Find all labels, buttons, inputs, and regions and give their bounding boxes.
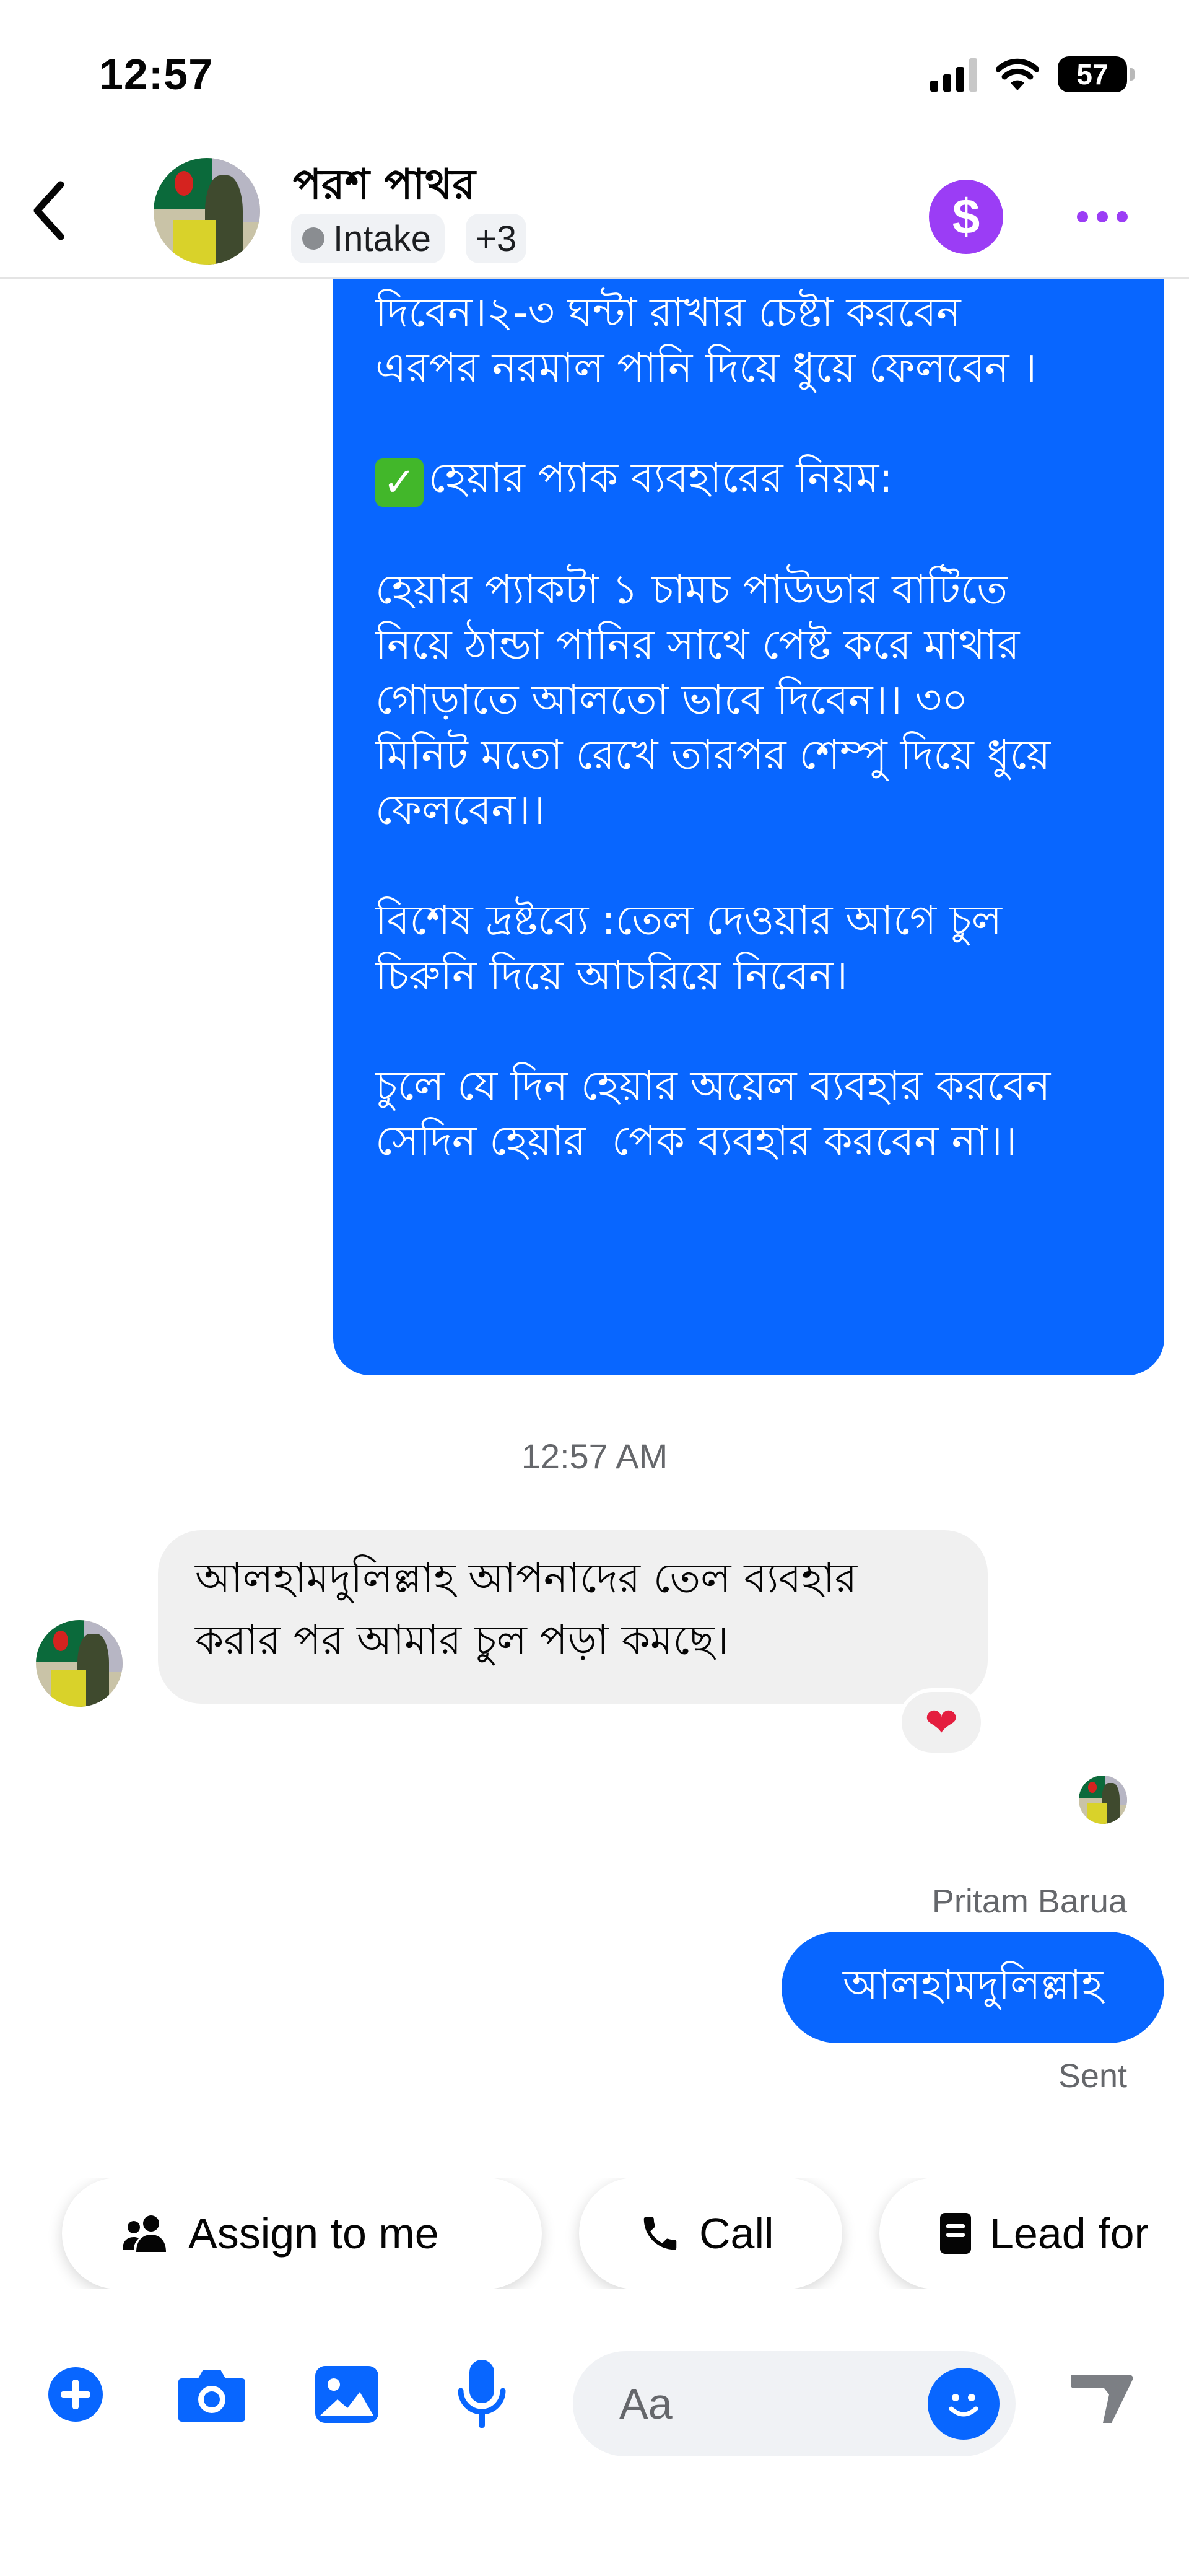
assign-to-me-label: Assign to me: [188, 2209, 439, 2258]
lead-form-button[interactable]: Lead for: [879, 2178, 1189, 2289]
message-line: চিরুনি দিয়ে আচরিয়ে নিবেন।: [375, 952, 848, 999]
message-line: গোড়াতে আলতো ভাবে দিবেন।। ৩০: [375, 676, 969, 724]
more-labels-chip[interactable]: +3: [466, 214, 527, 263]
status-time: 12:57: [99, 50, 214, 99]
dot-icon: [1097, 211, 1108, 222]
dollar-icon: $: [952, 189, 980, 244]
message-line: মিনিট মতো রেখে তারপর শেম্পু দিয়ে ধুয়ে: [375, 731, 1051, 779]
contact-name[interactable]: পরশ পাথর: [293, 152, 476, 222]
emoji-button[interactable]: [928, 2368, 1000, 2440]
assign-to-me-button[interactable]: Assign to me: [62, 2178, 542, 2289]
message-line: নিয়ে ঠান্ডা পানির সাথে পেষ্ট করে মাথার: [375, 621, 1020, 668]
outgoing-message-bubble[interactable]: দিবেন।২-৩ ঘন্টা রাখার চেষ্টা করবেন এরপর …: [333, 204, 1164, 1375]
smiley-icon: [949, 2394, 978, 2417]
message-line: বিশেষ দ্রষ্টব্যে :তেল দেওয়ার আগে চুল: [375, 896, 1002, 944]
phone-icon: [643, 2217, 677, 2250]
cellular-signal-icon: [930, 57, 977, 92]
add-button[interactable]: [38, 2357, 113, 2432]
message-line: চুলে যে দিন হেয়ার অয়েল ব্যবহার করবেন: [375, 1062, 1051, 1110]
message-composer: [0, 2329, 1189, 2456]
label-text: Intake: [333, 218, 431, 259]
battery-icon: 57: [1058, 56, 1135, 92]
sent-status: Sent: [1058, 2057, 1127, 2095]
incoming-message-bubble[interactable]: আলহামদুলিল্লাহ আপনাদের তেল ব্যবহার করার …: [158, 1530, 988, 1704]
status-icons: 57: [930, 52, 1135, 97]
chevron-left-icon: [33, 181, 64, 240]
more-options-button[interactable]: [1065, 183, 1139, 251]
sender-name: Pritam Barua: [931, 1883, 1127, 1920]
message-line: দিবেন।২-৩ ঘন্টা রাখার চেষ্টা করবেন: [375, 289, 961, 336]
sender-avatar[interactable]: [36, 1620, 123, 1707]
message-line: সেদিন হেয়ার পেক ব্যবহার করবেন না।।: [375, 1117, 1017, 1165]
like-button[interactable]: [1065, 2357, 1139, 2432]
camera-icon: [178, 2370, 245, 2422]
read-receipt-avatar: [1079, 1776, 1127, 1824]
message-line-text: হেয়ার প্যাক ব্যবহারের নিয়ম:: [429, 454, 893, 502]
heart-reaction-icon[interactable]: ❤: [898, 1688, 985, 1756]
thumbs-up-icon: [1071, 2375, 1133, 2423]
message-line: ✓ হেয়ার প্যাক ব্যবহারের নিয়ম:: [375, 450, 1139, 507]
label-dot-icon: [302, 227, 324, 250]
messenger-chat-screen: 12:57 57 পরশ পাথর Intake +3 $ দিবেন।২-৩ …: [0, 0, 1189, 2576]
plus-circle-icon: [48, 2367, 103, 2422]
payment-button[interactable]: $: [929, 180, 1003, 254]
dot-icon: [1077, 211, 1088, 222]
wifi-icon: [996, 58, 1039, 90]
form-icon: [940, 2213, 971, 2254]
lead-form-label: Lead for: [990, 2209, 1149, 2258]
call-label: Call: [699, 2209, 774, 2258]
quick-actions-row: Assign to me Call Lead for: [0, 2178, 1189, 2289]
dot-icon: [1117, 211, 1128, 222]
check-mark-icon: ✓: [375, 458, 424, 507]
message-line: এরপর নরমাল পানি দিয়ে ধুয়ে ফেলবেন ।: [375, 344, 1037, 392]
people-icon: [123, 2215, 166, 2252]
message-timestamp: 12:57 AM: [521, 1437, 668, 1476]
camera-button[interactable]: [175, 2357, 249, 2432]
photo-gallery-button[interactable]: [310, 2357, 384, 2432]
microphone-icon: [458, 2360, 506, 2428]
message-line: ফেলবেন।।: [375, 786, 546, 834]
message-line: হেয়ার প্যাকটা ১ চামচ পাউডার বাটিতে: [375, 566, 1008, 613]
label-chip-intake[interactable]: Intake: [291, 214, 445, 263]
chat-header: পরশ পাথর Intake +3 $: [0, 139, 1189, 279]
outgoing-message-bubble-short[interactable]: আলহামদুলিল্লাহ: [782, 1932, 1164, 2043]
contact-avatar[interactable]: [154, 158, 260, 265]
call-button[interactable]: Call: [579, 2178, 842, 2289]
back-button[interactable]: [19, 177, 81, 245]
voice-message-button[interactable]: [445, 2357, 519, 2432]
image-icon: [315, 2366, 378, 2423]
